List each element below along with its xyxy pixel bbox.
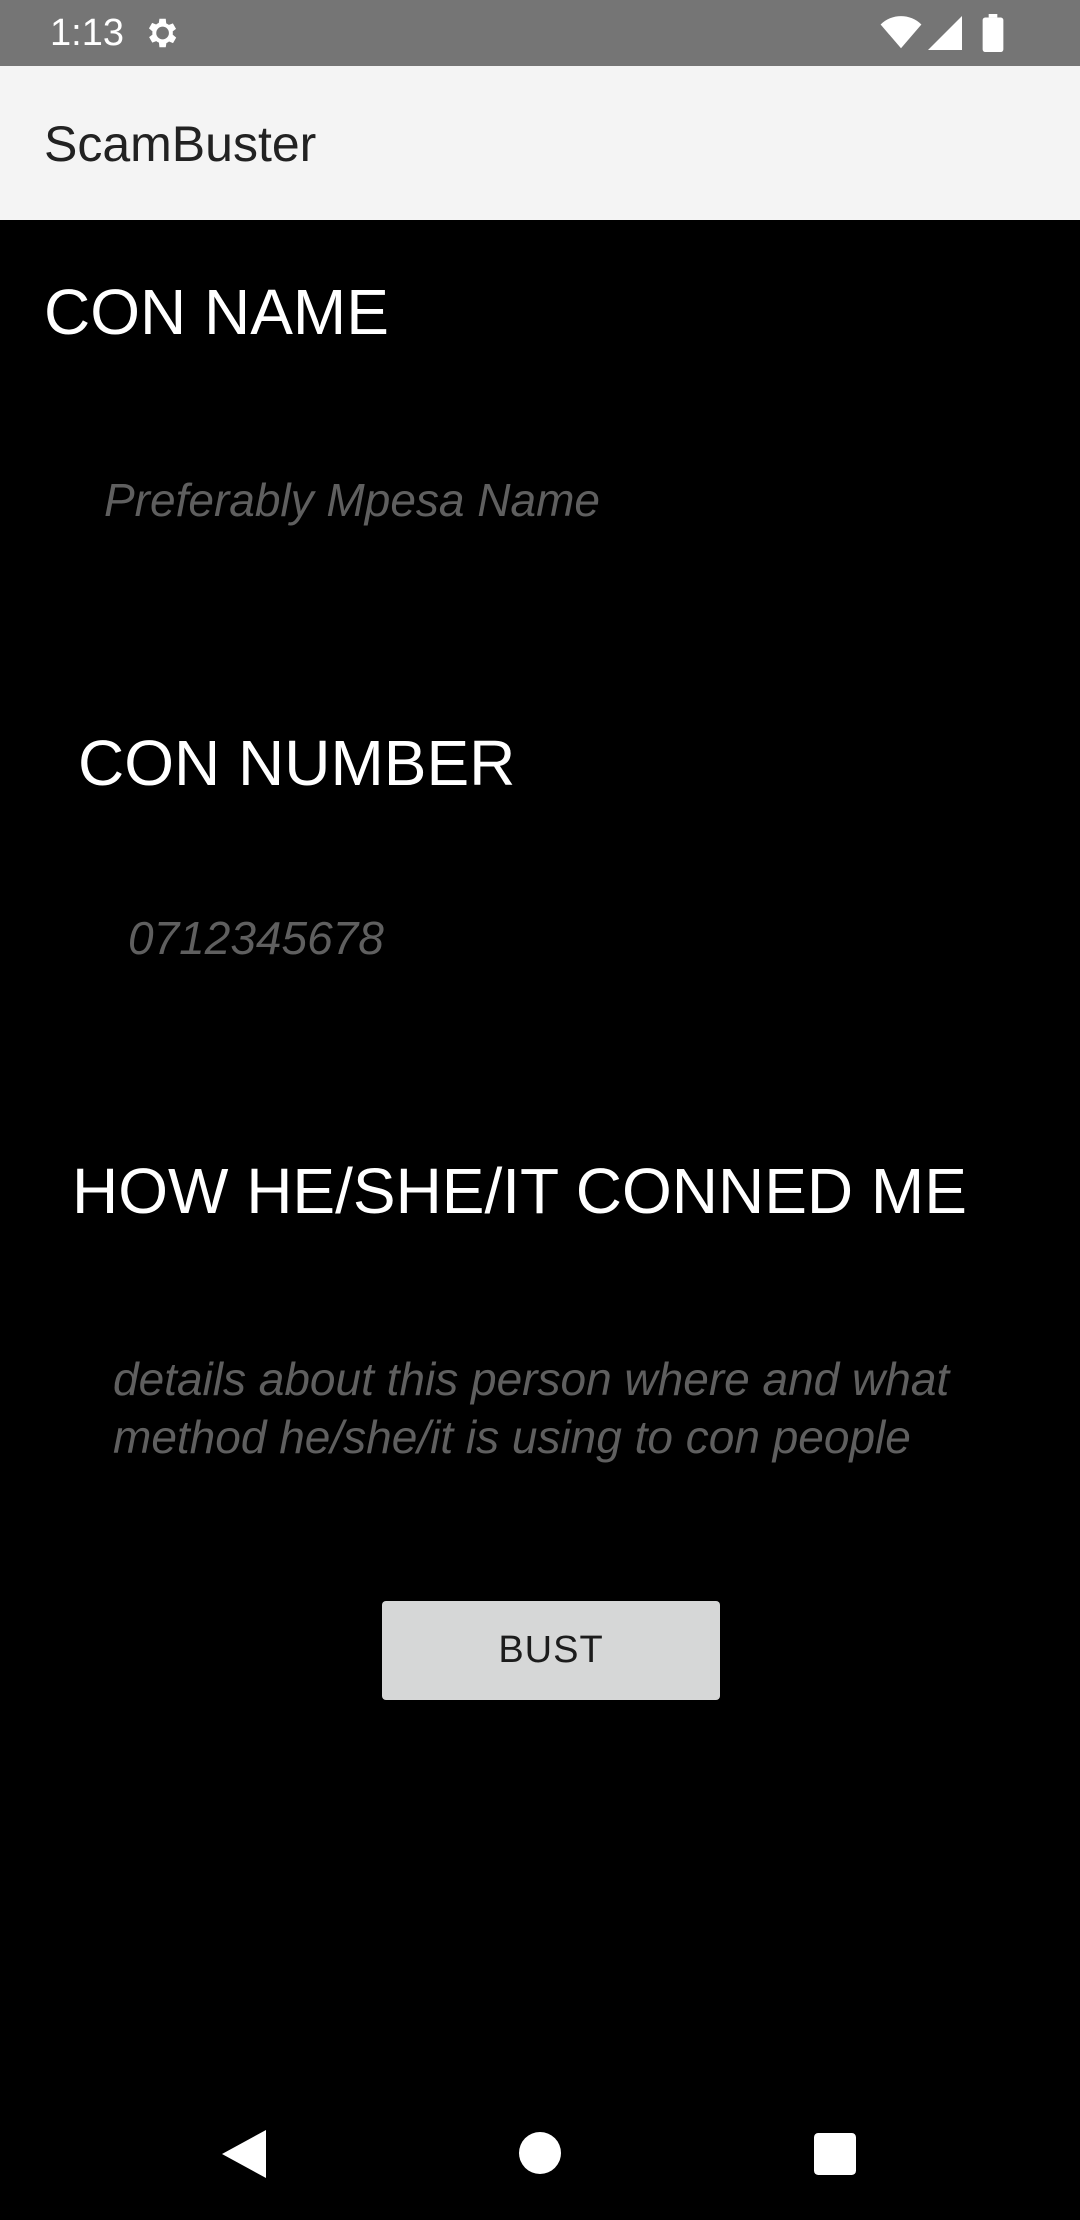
con-number-label: CON NUMBER (78, 727, 516, 799)
method-details-input[interactable] (113, 1350, 1033, 1470)
screen: 1:13 ScamBuster CON NAME CON NUMBER HOW … (0, 0, 1080, 2220)
wifi-icon (880, 16, 922, 49)
recents-icon[interactable] (814, 2133, 856, 2175)
settings-gear-icon (148, 18, 177, 48)
battery-icon (982, 14, 1004, 52)
con-name-input[interactable] (104, 470, 924, 530)
con-name-label: CON NAME (44, 276, 389, 348)
back-icon[interactable] (222, 2130, 266, 2178)
method-label: HOW HE/SHE/IT CONNED ME (72, 1155, 967, 1227)
cell-signal-icon (928, 16, 962, 50)
home-icon[interactable] (519, 2132, 561, 2174)
bust-button[interactable]: BUST (382, 1601, 720, 1700)
app-title: ScamBuster (44, 116, 317, 172)
status-time: 1:13 (50, 12, 124, 54)
app-bar: ScamBuster (0, 66, 1080, 220)
status-bar: 1:13 (0, 0, 1080, 66)
con-number-input[interactable] (128, 908, 888, 968)
